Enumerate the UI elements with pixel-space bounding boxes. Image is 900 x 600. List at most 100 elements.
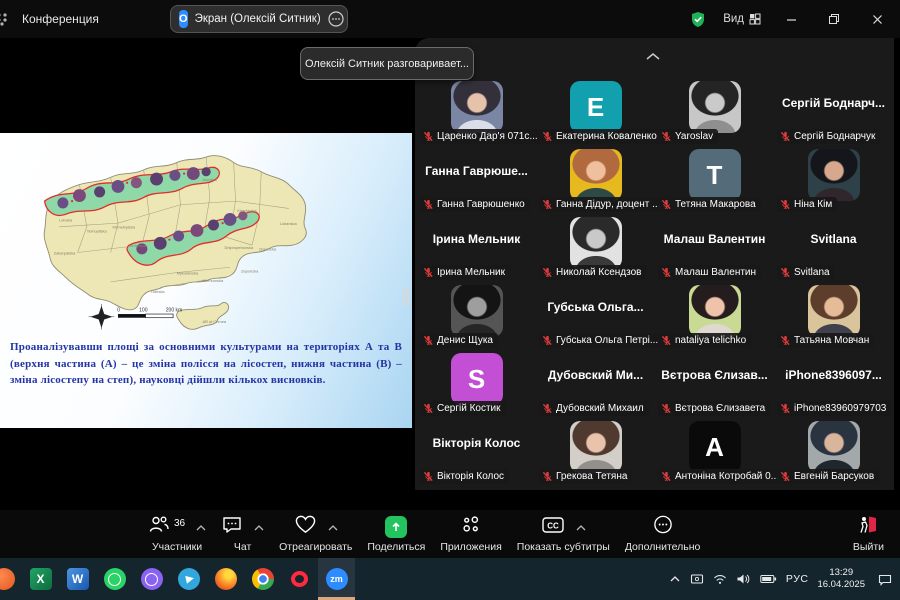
participant-tile[interactable]: iPhone8396097... iPhone83960979703 <box>774 350 893 418</box>
view-button[interactable]: Вид <box>723 13 761 25</box>
participant-label: Дубовский Михаил <box>556 403 644 414</box>
opera-taskbar-icon[interactable] <box>281 558 318 600</box>
participant-tile[interactable]: Ірина Мельник Ірина Мельник <box>417 214 536 282</box>
participant-tile[interactable]: Svitlana Svitlana <box>774 214 893 282</box>
meeting-toolbar: 36Участники Чат Отреагировать Поделиться При… <box>0 510 900 558</box>
notification-center-icon[interactable] <box>878 573 892 586</box>
participant-name-chip: Ганна Гаврюшенко <box>420 197 530 212</box>
participant-tile[interactable]: Дубовский Ми... Дубовский Михаил <box>536 350 655 418</box>
volume-icon[interactable] <box>736 573 751 585</box>
participant-tile[interactable]: S Сергій Костик <box>417 350 536 418</box>
clock-time: 13:29 <box>817 567 865 579</box>
shared-screen-tab[interactable]: O Экран (Олексій Ситник) <box>170 5 348 33</box>
muted-mic-icon <box>542 267 553 278</box>
participant-tile[interactable]: Вікторія Колос Вікторія Колос <box>417 418 536 486</box>
participant-tile[interactable]: Ганна Гаврюше... Ганна Гаврюшенко <box>417 146 536 214</box>
opera-icon <box>289 568 311 590</box>
toolbar-label: Показать субтитры <box>517 541 610 553</box>
telegram-icon <box>178 568 200 590</box>
tab-more-icon[interactable] <box>328 11 344 27</box>
region-label: Zakarpatska <box>54 250 76 255</box>
participant-label: Ганна Дідур, доцент ... <box>556 199 660 210</box>
word-taskbar-icon[interactable]: W <box>59 558 96 600</box>
display-device-icon[interactable] <box>690 573 704 586</box>
participant-photo <box>808 285 860 337</box>
chevron-up-icon[interactable] <box>321 518 338 536</box>
muted-mic-icon <box>780 403 791 414</box>
close-button[interactable] <box>864 7 890 31</box>
participant-tile[interactable]: Денис Щука <box>417 282 536 350</box>
scale-bar <box>118 314 173 318</box>
participant-tile[interactable]: Губська Ольга... Губська Ольга Петрі... <box>536 282 655 350</box>
firefox-taskbar-icon[interactable] <box>207 558 244 600</box>
minimize-button[interactable] <box>778 7 804 31</box>
chrome-taskbar-icon[interactable] <box>244 558 281 600</box>
toolbar-chat-button[interactable]: Чат <box>221 516 264 553</box>
app-title: Конференция <box>22 12 99 26</box>
chevron-up-icon[interactable] <box>569 518 586 536</box>
toolbar-share-button[interactable]: Поделиться <box>367 516 425 553</box>
participant-photo <box>451 285 503 337</box>
participant-label: Ніна Кім <box>794 199 832 210</box>
participant-tile[interactable]: Сергій Боднарч... Сергій Боднарчук <box>774 78 893 146</box>
participant-tile[interactable]: Грекова Тетяна <box>536 418 655 486</box>
viber-taskbar-icon[interactable] <box>133 558 170 600</box>
participant-label: Грекова Тетяна <box>556 471 627 482</box>
participant-tile[interactable]: Царенко Дар'я 071с... <box>417 78 536 146</box>
participant-label: Сергій Боднарчук <box>794 131 875 142</box>
participant-tile[interactable]: A Антоніна Котробай 0... <box>655 418 774 486</box>
participant-tile[interactable]: Николай Ксендзов <box>536 214 655 282</box>
muted-mic-icon <box>542 199 553 210</box>
battery-icon[interactable] <box>760 574 777 584</box>
participant-tile[interactable]: nataliya telichko <box>655 282 774 350</box>
participant-tile[interactable]: Yaroslav <box>655 78 774 146</box>
chevron-up-icon[interactable] <box>247 518 264 536</box>
taskbar-clock[interactable]: 13:29 16.04.2025 <box>817 567 865 592</box>
collapse-panel-chevron-icon[interactable] <box>645 52 661 61</box>
toolbar-participants-button[interactable]: 36Участники <box>148 516 206 553</box>
titlebar-right: Вид <box>690 0 890 38</box>
toolbar-react-button[interactable]: Отреагировать <box>279 516 352 553</box>
tray-chevron-up-icon[interactable] <box>669 575 681 583</box>
title-bar: Конференция O Экран (Олексій Ситник) Вид <box>0 0 900 38</box>
participant-tile[interactable]: Ганна Дідур, доцент ... <box>536 146 655 214</box>
participant-label: iPhone83960979703 <box>794 403 886 414</box>
whatsapp-taskbar-icon[interactable] <box>96 558 133 600</box>
zoom-icon: zm <box>326 568 348 590</box>
region-label: Lvivska <box>59 217 73 222</box>
toolbar-more-button[interactable]: Дополнительно <box>625 516 701 553</box>
telegram-taskbar-icon[interactable] <box>170 558 207 600</box>
zoom-taskbar-icon[interactable]: zm <box>318 558 355 600</box>
participant-photo <box>570 421 622 473</box>
participant-tile[interactable]: Ніна Кім <box>774 146 893 214</box>
muted-mic-icon <box>780 199 791 210</box>
toolbar-apps-button[interactable]: Приложения <box>440 516 501 553</box>
orange-app-taskbar-icon[interactable] <box>0 558 22 600</box>
participant-tile[interactable]: E Екатерина Коваленко <box>536 78 655 146</box>
wifi-icon[interactable] <box>713 573 727 585</box>
system-tray: РУС 13:29 16.04.2025 <box>669 567 900 592</box>
participant-name-chip: Ірина Мельник <box>420 265 510 280</box>
toolbar-leave-button[interactable]: Выйти <box>853 516 884 553</box>
region-label: Luhanska <box>280 221 298 226</box>
region-label: Khmelnytska <box>112 225 135 230</box>
participant-tile[interactable]: T Тетяна Макарова <box>655 146 774 214</box>
maximize-button[interactable] <box>821 7 847 31</box>
toolbar-label: Отреагировать <box>279 541 352 553</box>
toolbar-captions-button[interactable]: CCПоказать субтитры <box>517 516 610 553</box>
muted-mic-icon <box>661 335 672 346</box>
participant-label: Yaroslav <box>675 131 713 142</box>
participant-label: Тетяна Макарова <box>675 199 756 210</box>
panel-resize-handle[interactable] <box>403 288 409 306</box>
slide-paragraph: Проаналізувавши площі за основними культ… <box>0 339 412 389</box>
participant-label: Сергій Костик <box>437 403 501 414</box>
language-indicator[interactable]: РУС <box>786 573 809 585</box>
excel-taskbar-icon[interactable]: X <box>22 558 59 600</box>
chevron-up-icon[interactable] <box>189 518 206 536</box>
participant-tile[interactable]: Евгеній Барсуков <box>774 418 893 486</box>
participant-tile[interactable]: Татьяна Мовчан <box>774 282 893 350</box>
muted-mic-icon <box>423 403 434 414</box>
participant-tile[interactable]: Вєтрова Єлизав... Вєтрова Єлизавета <box>655 350 774 418</box>
participant-tile[interactable]: Малаш Валентин Малаш Валентин <box>655 214 774 282</box>
people-icon <box>148 514 170 540</box>
